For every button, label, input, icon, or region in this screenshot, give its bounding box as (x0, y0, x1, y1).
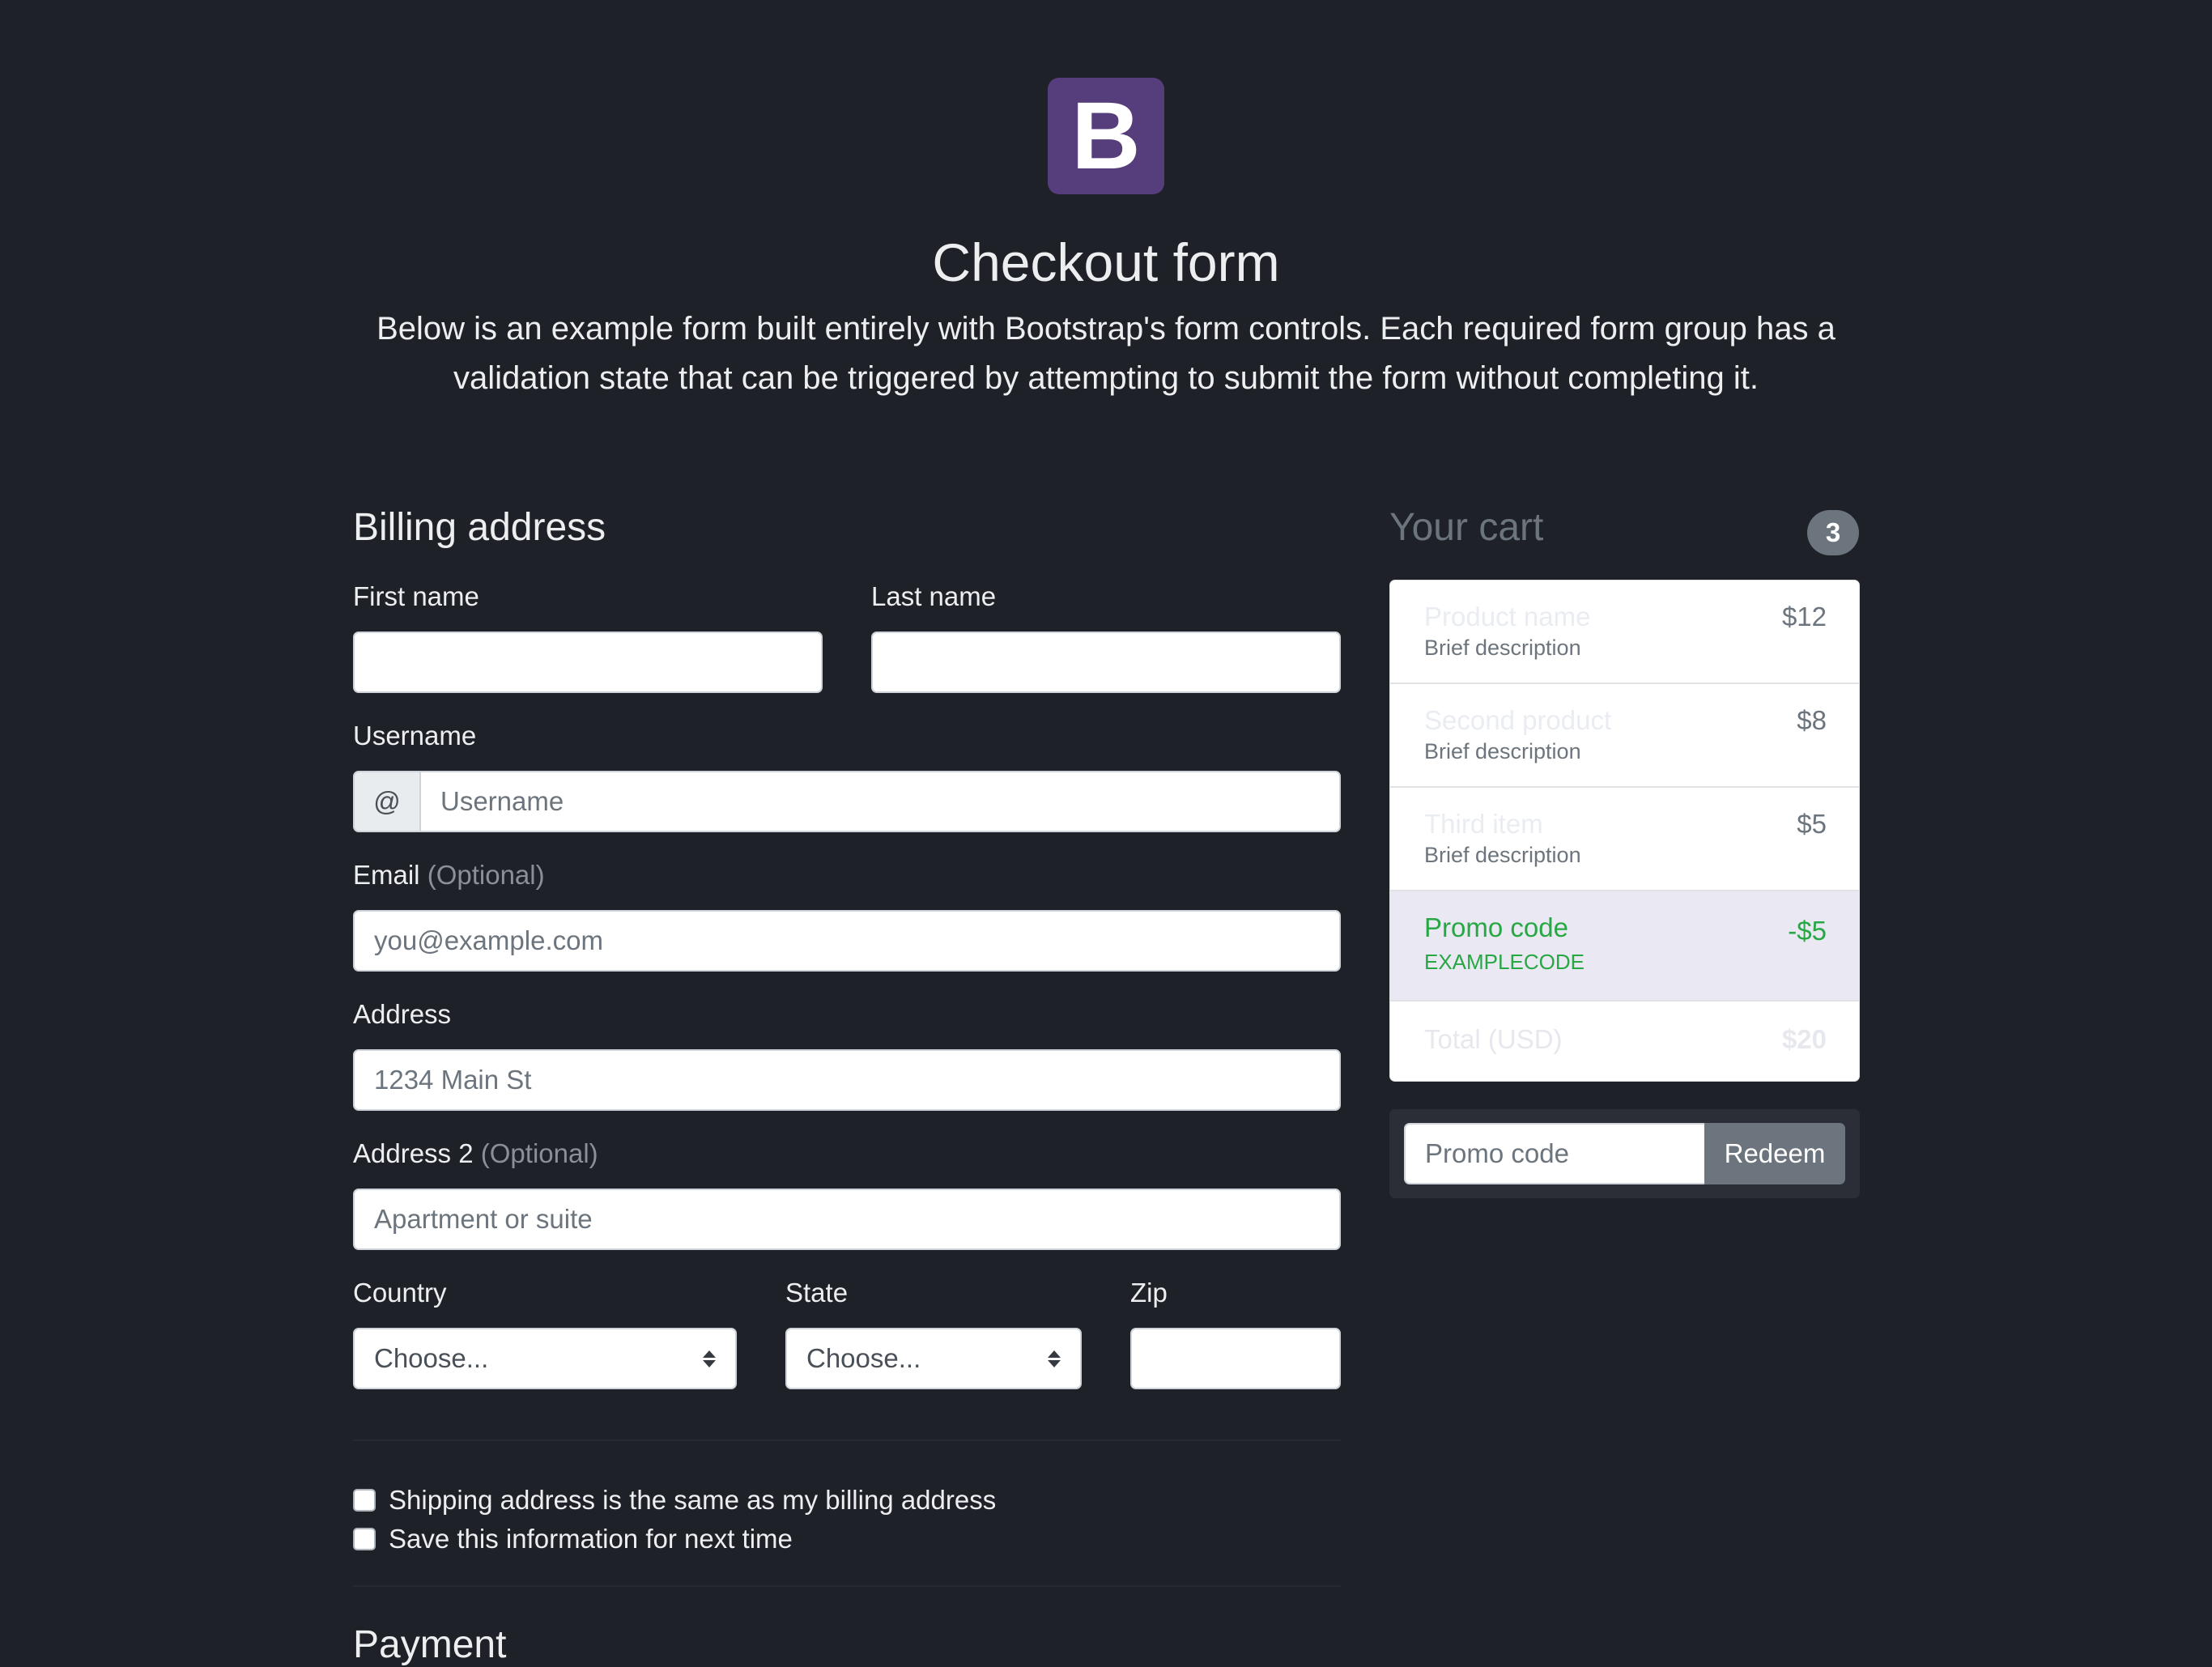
select-caret-icon (703, 1350, 716, 1367)
username-input[interactable] (421, 771, 1341, 832)
cart-item-price: $12 (1781, 602, 1827, 632)
promo-amount: -$5 (1788, 916, 1827, 946)
first-name-label: First name (353, 581, 479, 611)
state-selected-value: Choose... (806, 1343, 921, 1373)
payment-heading: Payment (353, 1623, 507, 1666)
last-name-input[interactable] (871, 632, 1341, 693)
cart-item-price: $8 (1797, 705, 1827, 735)
promo-name: Promo code (1424, 912, 1568, 942)
email-label: Email (353, 860, 420, 890)
cart-item-name: Product name (1424, 602, 1591, 632)
cart-count-badge: 3 (1807, 510, 1859, 555)
cart-item: Third item Brief description $5 (1390, 788, 1859, 891)
cart-item-description: Brief description (1424, 739, 1581, 763)
cart-item-description: Brief description (1424, 843, 1581, 867)
total-amount: $20 (1781, 1024, 1827, 1054)
cart-item-price: $5 (1797, 809, 1827, 839)
email-input[interactable] (353, 910, 1341, 972)
email-label-row: Email (Optional) (353, 860, 545, 891)
state-label: State (785, 1278, 849, 1308)
save-info-option[interactable]: Save this information for next time (353, 1524, 793, 1554)
cart-item: Product name Brief description $12 (1390, 580, 1859, 684)
address2-label-row: Address 2 (Optional) (353, 1138, 598, 1169)
cart-item-name: Third item (1424, 809, 1543, 839)
last-name-label: Last name (871, 581, 997, 611)
cart-total-row: Total (USD) $20 (1390, 1001, 1859, 1081)
section-divider (353, 1439, 1341, 1441)
page-title: Checkout form (932, 232, 1280, 292)
cart-list: Product name Brief description $12 Secon… (1389, 580, 1860, 1082)
cart-item: Second product Brief description $8 (1390, 684, 1859, 788)
page-lead: Below is an example form built entirely … (376, 311, 1836, 396)
billing-heading: Billing address (353, 506, 606, 549)
address-input[interactable] (353, 1049, 1341, 1111)
email-optional-hint: (Optional) (427, 860, 545, 890)
address-label: Address (353, 999, 452, 1029)
country-select[interactable]: Choose... (353, 1328, 737, 1389)
cart-promo-row: Promo code EXAMPLECODE -$5 (1390, 891, 1859, 1001)
cart-item-description: Brief description (1424, 636, 1581, 660)
cart-title: Your cart (1389, 506, 1544, 549)
same-address-option[interactable]: Shipping address is the same as my billi… (353, 1485, 996, 1516)
zip-label: Zip (1130, 1278, 1168, 1308)
promo-code: EXAMPLECODE (1424, 950, 1585, 974)
section-divider (353, 1585, 1341, 1587)
same-address-label[interactable]: Shipping address is the same as my billi… (389, 1485, 996, 1516)
promo-code-input[interactable] (1404, 1123, 1705, 1184)
same-address-checkbox[interactable] (353, 1489, 376, 1512)
save-info-label[interactable]: Save this information for next time (389, 1524, 793, 1554)
address2-input[interactable] (353, 1189, 1341, 1250)
username-label: Username (353, 721, 477, 751)
total-label: Total (USD) (1424, 1024, 1563, 1054)
cart-item-name: Second product (1424, 705, 1612, 735)
country-label: Country (353, 1278, 447, 1308)
state-select[interactable]: Choose... (785, 1328, 1082, 1389)
zip-input[interactable] (1130, 1328, 1341, 1389)
first-name-input[interactable] (353, 632, 823, 693)
bootstrap-logo: B (1048, 78, 1164, 194)
select-caret-icon (1048, 1350, 1061, 1367)
address2-label: Address 2 (353, 1138, 474, 1168)
username-at-prefix: @ (353, 771, 421, 832)
redeem-button[interactable]: Redeem (1704, 1123, 1845, 1184)
logo-letter: B (1071, 83, 1141, 189)
save-info-checkbox[interactable] (353, 1528, 376, 1550)
country-selected-value: Choose... (374, 1343, 489, 1373)
address2-optional-hint: (Optional) (480, 1138, 598, 1168)
promo-code-card: Redeem (1389, 1109, 1860, 1198)
